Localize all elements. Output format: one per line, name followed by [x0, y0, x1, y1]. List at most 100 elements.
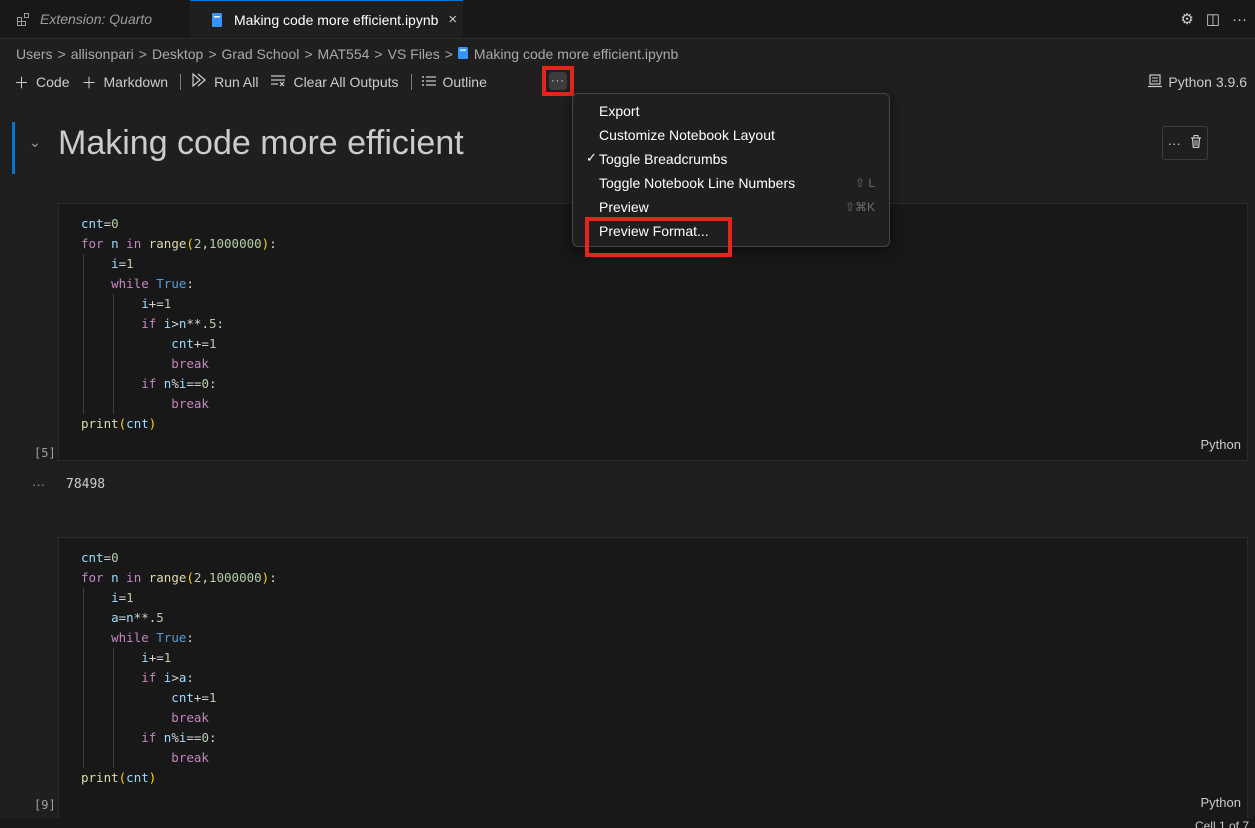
- clear-all-icon: [270, 73, 286, 91]
- cell-language-label[interactable]: Python: [1201, 437, 1241, 452]
- code-line: while True:: [81, 628, 277, 648]
- code-token: :: [208, 730, 217, 745]
- code-token: :: [186, 670, 194, 685]
- code-token: i: [81, 296, 149, 311]
- code-line: cnt+=1: [81, 688, 277, 708]
- indent-guide: [113, 648, 115, 768]
- code-token: **.: [186, 316, 209, 331]
- ellipsis-icon: ···: [549, 72, 567, 90]
- tab-notebook[interactable]: Making code more efficient.ipynb ×: [190, 0, 463, 38]
- output-more-icon[interactable]: ···: [32, 477, 45, 492]
- notebook-icon: [457, 46, 468, 62]
- code-token: cnt: [81, 690, 194, 705]
- menu-item-export[interactable]: Export: [573, 99, 889, 123]
- menu-item-label: Toggle Notebook Line Numbers: [599, 175, 796, 191]
- indent-guide: [83, 588, 84, 768]
- code-editor[interactable]: cnt=0 for n in range(2,1000000): i=1 whil…: [81, 214, 277, 434]
- code-token: ): [148, 416, 157, 431]
- code-token: if: [81, 316, 164, 331]
- code-token: :: [186, 276, 194, 291]
- clear-all-outputs-button[interactable]: Clear All Outputs: [270, 73, 399, 91]
- more-toolbar-actions-button[interactable]: ···: [542, 66, 574, 96]
- code-token: range: [148, 236, 187, 251]
- code-token: 1000000: [208, 570, 262, 585]
- breadcrumb-separator: >: [138, 46, 147, 62]
- more-actions-icon[interactable]: ···: [1232, 11, 1247, 28]
- check-icon: ✓: [586, 150, 597, 165]
- cell-output: 78498: [66, 477, 106, 492]
- split-editor-icon[interactable]: ◫: [1206, 10, 1220, 28]
- code-editor[interactable]: cnt=0 for n in range(2,1000000): i=1 a=n*…: [81, 548, 277, 788]
- cell-language-label[interactable]: Python: [1201, 795, 1241, 810]
- code-token: +=: [193, 336, 209, 351]
- code-line: cnt+=1: [81, 334, 277, 354]
- add-code-label: Code: [36, 74, 70, 90]
- code-line: if n%i==0:: [81, 728, 277, 748]
- breadcrumb-item[interactable]: Making code more efficient.ipynb: [474, 46, 678, 62]
- markdown-heading[interactable]: Making code more efficient: [58, 124, 464, 163]
- extensions-icon: [16, 12, 30, 26]
- breadcrumb-separator: >: [57, 46, 66, 62]
- tab-extension-quarto[interactable]: Extension: Quarto: [0, 0, 190, 38]
- code-line: cnt=0: [81, 214, 277, 234]
- plus-icon: ＋: [81, 74, 97, 92]
- editor-actions: ⚙ ◫ ···: [1180, 0, 1247, 38]
- breadcrumb-item[interactable]: Users: [16, 46, 53, 62]
- close-icon[interactable]: ×: [448, 11, 457, 28]
- code-cell[interactable]: cnt=0 for n in range(2,1000000): i=1 a=n*…: [58, 537, 1248, 819]
- status-bar: Cell 1 of 7: [0, 818, 1255, 828]
- add-markdown-cell-button[interactable]: ＋ Markdown: [81, 72, 168, 93]
- indent-guide: [113, 294, 115, 414]
- code-token: in: [126, 570, 149, 585]
- code-token: +=: [193, 690, 209, 705]
- code-token: for: [81, 570, 112, 585]
- menu-item-customize-layout[interactable]: Customize Notebook Layout: [573, 123, 889, 147]
- code-token: i: [81, 256, 119, 271]
- outline-button[interactable]: Outline: [421, 74, 487, 91]
- plus-icon: ＋: [14, 74, 30, 92]
- code-token: cnt: [126, 416, 149, 431]
- code-token: >: [171, 670, 179, 685]
- run-all-button[interactable]: Run All: [191, 72, 258, 91]
- gear-icon[interactable]: ⚙: [1180, 10, 1193, 28]
- add-code-cell-button[interactable]: ＋ Code: [14, 72, 69, 93]
- code-token: a: [81, 610, 119, 625]
- code-token: 1: [208, 690, 217, 705]
- outline-icon: [421, 74, 436, 91]
- menu-item-toggle-breadcrumbs[interactable]: ✓ Toggle Breadcrumbs: [573, 147, 889, 171]
- code-token: if: [81, 670, 164, 685]
- code-token: break: [81, 356, 209, 371]
- breadcrumb-item[interactable]: MAT554: [318, 46, 370, 62]
- code-token: =: [103, 550, 112, 565]
- code-token: ==: [186, 376, 202, 391]
- code-token: if: [81, 376, 164, 391]
- code-line: for n in range(2,1000000):: [81, 234, 277, 254]
- code-token: break: [81, 710, 209, 725]
- kernel-picker-button[interactable]: Python 3.9.6: [1148, 70, 1247, 94]
- breadcrumb-item[interactable]: VS Files: [388, 46, 440, 62]
- kernel-icon: [1148, 73, 1163, 91]
- breadcrumb-separator: >: [444, 46, 453, 62]
- trash-icon[interactable]: [1190, 135, 1202, 151]
- code-token: :: [269, 570, 277, 585]
- menu-item-toggle-line-numbers[interactable]: Toggle Notebook Line Numbers ⇧ L: [573, 171, 889, 195]
- code-token: :: [269, 236, 277, 251]
- code-token: 5: [156, 610, 164, 625]
- breadcrumb-item[interactable]: Grad School: [222, 46, 300, 62]
- annotation-highlight-box: [585, 217, 732, 257]
- ellipsis-icon[interactable]: ···: [1168, 136, 1181, 151]
- menu-item-preview[interactable]: Preview ⇧⌘K: [573, 195, 889, 219]
- code-token: 0: [111, 216, 119, 231]
- code-token: True: [156, 630, 187, 645]
- code-token: True: [156, 276, 187, 291]
- breadcrumb-item[interactable]: Desktop: [152, 46, 203, 62]
- outline-label: Outline: [442, 74, 487, 90]
- toolbar-divider: [410, 74, 412, 90]
- breadcrumb-item[interactable]: allisonpari: [71, 46, 134, 62]
- chevron-down-icon[interactable]: ⌄: [29, 134, 41, 151]
- code-token: %: [171, 376, 179, 391]
- code-token: break: [81, 396, 209, 411]
- code-token: while: [81, 630, 157, 645]
- breadcrumb-separator: >: [304, 46, 313, 62]
- code-token: cnt: [81, 216, 104, 231]
